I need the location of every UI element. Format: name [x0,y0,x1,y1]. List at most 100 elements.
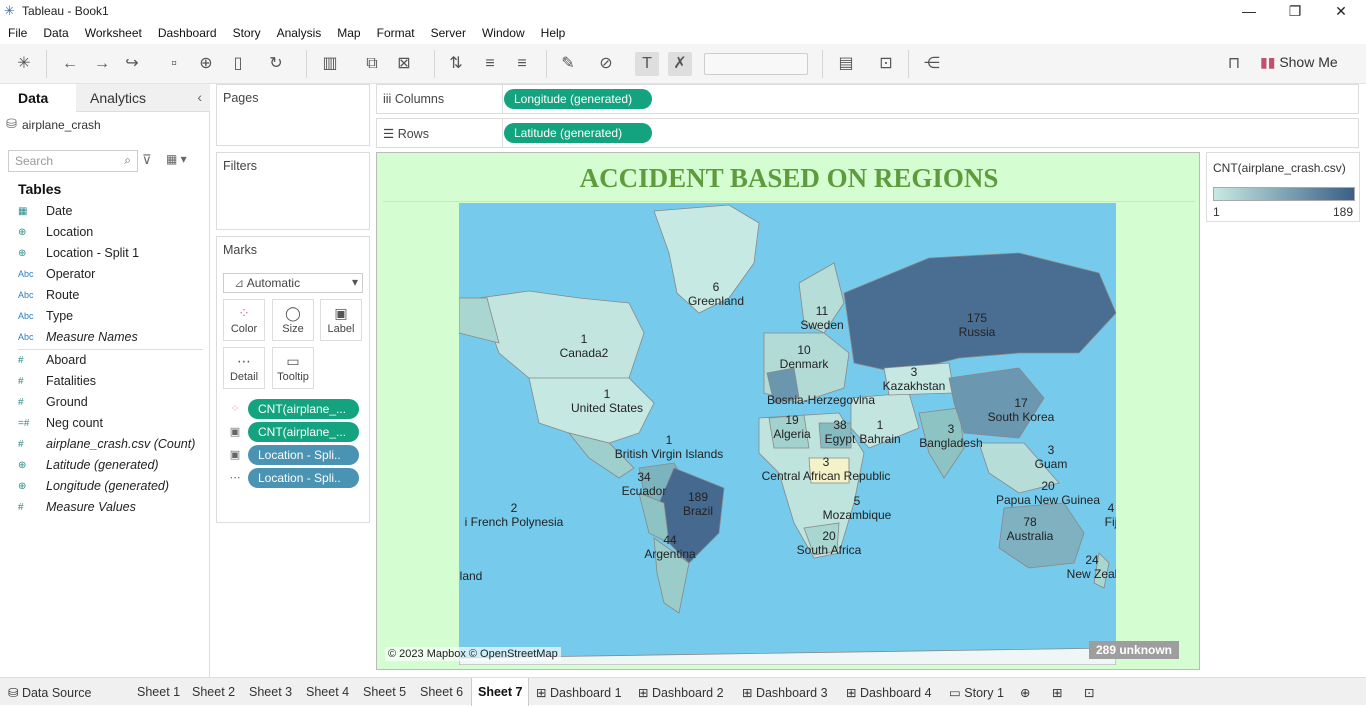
legend-min: 1 [1213,205,1220,219]
tab-sheet-7[interactable]: Sheet 7 [471,678,530,706]
label-button[interactable]: ▣ Label [320,299,362,341]
refresh-icon[interactable]: ↻ [264,52,288,76]
toolbar-separator [46,50,47,78]
filled-map[interactable]: 6 Greenland 11 Sweden 175 Russia 1 Canada2 1… [459,203,1116,665]
detail-button[interactable]: ⋯ Detail [223,347,265,389]
tab-dashboard-2[interactable]: ⊞ Dashboard 2 [638,678,724,706]
field-operator[interactable]: Abc Operator [18,264,208,284]
tab-sheet-4[interactable]: Sheet 4 [306,678,349,706]
menu-format[interactable]: Format [377,26,415,40]
search-input[interactable]: Search ⌕ [8,150,138,172]
clear-sheet-icon[interactable]: ⊠ [392,52,416,76]
menu-dashboard[interactable]: Dashboard [158,26,217,40]
menu-file[interactable]: File [8,26,27,40]
mark-type-dropdown[interactable]: ⊿ Automatic ▾ [223,273,363,293]
pause-updates-icon[interactable]: ▯ [226,52,250,76]
marks-pill-location-detail[interactable]: Location - Spli.. [248,468,359,488]
field-date[interactable]: ▦ Date [18,201,208,221]
tab-story-1[interactable]: ▭ Story 1 [949,678,1004,706]
new-dashboard-tab-icon[interactable]: ⊞ [1052,678,1062,706]
columns-shelf[interactable]: iii Columns Longitude (generated) [376,84,1359,114]
close-button[interactable]: ✕ [1318,1,1364,21]
rows-shelf[interactable]: ☰ Rows Latitude (generated) [376,118,1359,148]
marks-pill-color[interactable]: CNT(airplane_... [248,399,359,419]
tab-dashboard-1[interactable]: ⊞ Dashboard 1 [536,678,622,706]
share-icon[interactable]: ⋲ [920,52,944,76]
presentation-mode-icon[interactable]: ⊡ [874,52,898,76]
minimize-button[interactable]: — [1226,1,1272,21]
tableau-home-icon[interactable]: ✳ [12,52,36,76]
menu-window[interactable]: Window [482,26,525,40]
menu-worksheet[interactable]: Worksheet [85,26,142,40]
show-me-button[interactable]: ▮▮ Show Me [1260,54,1338,71]
tab-data[interactable]: Data [0,84,76,112]
new-datasource-icon[interactable]: ⊕ [194,52,218,76]
field-aboard[interactable]: # Aboard [18,350,208,370]
fit-dropdown[interactable] [704,53,808,75]
duplicate-sheet-icon[interactable]: ⧉ [360,52,384,76]
shelf-divider [502,85,503,113]
redo-icon[interactable]: → [90,52,114,76]
tab-sheet-6[interactable]: Sheet 6 [420,678,463,706]
undo-icon[interactable]: ← [58,52,82,76]
columns-pill[interactable]: Longitude (generated) [504,89,652,109]
sort-descending-icon[interactable]: ≡ [510,52,534,76]
restore-button[interactable]: ❐ [1272,1,1318,21]
marks-pill-label[interactable]: CNT(airplane_... [248,422,359,442]
group-members-icon[interactable]: ⊘ [594,52,618,76]
tab-analytics[interactable]: Analytics ‹ [76,84,210,112]
field-type[interactable]: Abc Type [18,306,208,326]
view-options-icon[interactable]: ▦ ▾ [166,152,187,166]
rows-pill[interactable]: Latitude (generated) [504,123,652,143]
field-latitude[interactable]: ⊕ Latitude (generated) [18,455,208,475]
field-route[interactable]: Abc Route [18,285,208,305]
marks-pill-location-label[interactable]: Location - Spli.. [248,445,359,465]
tab-dashboard-3[interactable]: ⊞ Dashboard 3 [742,678,828,706]
tab-sheet-5[interactable]: Sheet 5 [363,678,406,706]
field-count[interactable]: # airplane_crash.csv (Count) [18,434,208,454]
menu-data[interactable]: Data [43,26,68,40]
new-story-tab-icon[interactable]: ⊡ [1084,678,1094,706]
tab-sheet-3[interactable]: Sheet 3 [249,678,292,706]
color-legend[interactable]: CNT(airplane_crash.csv) 1 189 [1206,152,1360,222]
fix-axes-icon[interactable]: ✗ [668,52,692,76]
sort-ascending-icon[interactable]: ≡ [478,52,502,76]
field-measure-names[interactable]: Abc Measure Names [18,327,208,347]
map-credit[interactable]: © 2023 Mapbox © OpenStreetMap [385,647,561,661]
pages-card[interactable]: Pages [216,84,370,146]
hash-icon: # [18,501,24,513]
show-cards-icon[interactable]: ▤ [834,52,858,76]
field-neg-count[interactable]: =# Neg count [18,413,208,433]
field-location-split-1[interactable]: ⊕ Location - Split 1 [18,243,208,263]
menu-map[interactable]: Map [337,26,360,40]
swap-rows-columns-icon[interactable]: ⇅ [444,52,468,76]
menu-analysis[interactable]: Analysis [277,26,322,40]
field-longitude[interactable]: ⊕ Longitude (generated) [18,476,208,496]
tab-dashboard-4[interactable]: ⊞ Dashboard 4 [846,678,932,706]
color-button[interactable]: ⁘ Color [223,299,265,341]
field-ground[interactable]: # Ground [18,392,208,412]
field-location[interactable]: ⊕ Location [18,222,208,242]
menu-server[interactable]: Server [431,26,466,40]
new-worksheet-icon[interactable]: ▥ [318,52,342,76]
replay-icon[interactable]: ↪ [120,52,144,76]
size-button[interactable]: ◯ Size [272,299,314,341]
field-measure-values[interactable]: # Measure Values [18,497,208,517]
filters-card[interactable]: Filters [216,152,370,230]
unknown-indicator[interactable]: 289 unknown [1089,641,1180,659]
datasource-name[interactable]: airplane_crash [22,118,101,132]
tab-sheet-2[interactable]: Sheet 2 [192,678,235,706]
field-fatalities[interactable]: # Fatalities [18,371,208,391]
show-mark-labels-icon[interactable]: T [635,52,659,76]
format-painter-icon[interactable]: ⊓ [1222,52,1246,76]
tooltip-button[interactable]: ▭ Tooltip [272,347,314,389]
save-icon[interactable]: ▫ [162,52,186,76]
tab-data-source[interactable]: ⛁ Data Source [8,678,91,706]
new-worksheet-tab-icon[interactable]: ⊕ [1020,678,1030,706]
highlight-icon[interactable]: ✎ [556,52,580,76]
menu-story[interactable]: Story [233,26,261,40]
tab-sheet-1[interactable]: Sheet 1 [137,678,180,706]
menu-help[interactable]: Help [541,26,566,40]
collapse-pane-icon[interactable]: ‹ [197,89,202,105]
filter-icon[interactable]: ⊽ [142,152,152,168]
